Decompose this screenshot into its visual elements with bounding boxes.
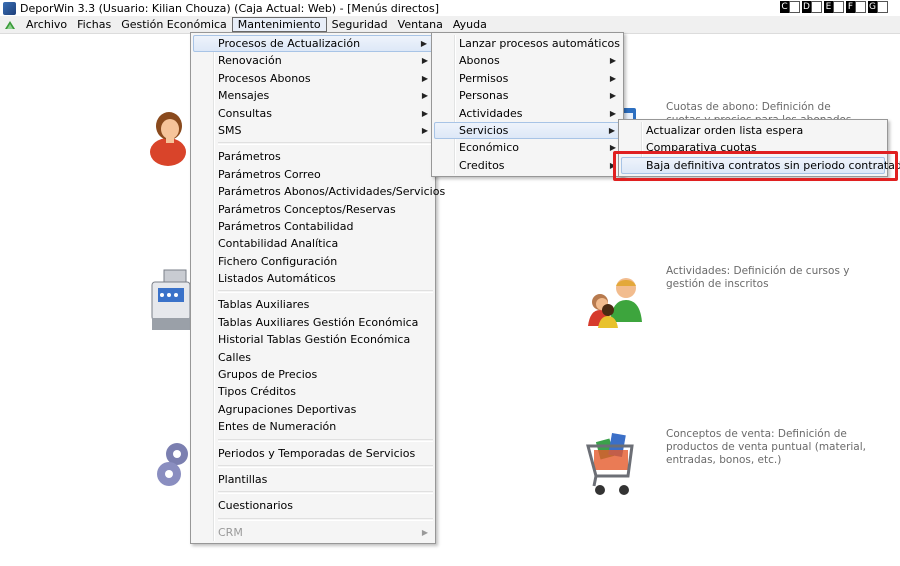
menu-separator bbox=[218, 517, 433, 521]
menu-item-periodos-temporadas[interactable]: Periodos y Temporadas de Servicios bbox=[191, 445, 435, 462]
menu-archivo[interactable]: Archivo bbox=[21, 17, 72, 32]
group-people-icon[interactable] bbox=[586, 274, 642, 328]
menu-item-fichero-configuracion[interactable]: Fichero Configuración bbox=[191, 253, 435, 270]
menu-ventana[interactable]: Ventana bbox=[393, 17, 448, 32]
menu-item-contabilidad-analitica[interactable]: Contabilidad Analítica bbox=[191, 235, 435, 252]
cuotas-description-line1: Cuotas de abono: Definición de bbox=[666, 101, 831, 113]
menu-item-renovacion[interactable]: Renovación ▶ bbox=[191, 52, 435, 69]
menu-gestion-economica[interactable]: Gestión Económica bbox=[116, 17, 232, 32]
menu-mantenimiento[interactable]: Mantenimiento bbox=[231, 17, 327, 32]
menu-item-grupos-precios[interactable]: Grupos de Precios bbox=[191, 366, 435, 383]
menu-item-personas[interactable]: Personas ▶ bbox=[432, 87, 623, 104]
menu-item-historial-tablas[interactable]: Historial Tablas Gestión Económica bbox=[191, 331, 435, 348]
cash-register-icon[interactable] bbox=[150, 268, 192, 334]
window-title: DeporWin 3.3 (Usuario: Kilian Chouza) (C… bbox=[20, 1, 439, 15]
conceptos-description-line2: productos de venta puntual (material, bbox=[666, 441, 866, 453]
submenu-arrow-icon: ▶ bbox=[420, 39, 427, 48]
menu-separator bbox=[218, 290, 433, 294]
submenu-arrow-icon: ▶ bbox=[421, 527, 428, 537]
window-titlebar: DeporWin 3.3 (Usuario: Kilian Chouza) (C… bbox=[0, 0, 900, 17]
menu-item-plantillas[interactable]: Plantillas bbox=[191, 471, 435, 488]
menu-item-actividades[interactable]: Actividades ▶ bbox=[432, 105, 623, 122]
menu-item-procesos-actualizacion[interactable]: Procesos de Actualización ▶ bbox=[193, 35, 433, 53]
menu-separator bbox=[218, 464, 433, 468]
menu-item-crm[interactable]: CRM ▶ bbox=[191, 524, 435, 541]
actividades-description-line1: Actividades: Definición de cursos y bbox=[666, 265, 850, 277]
menu-ayuda[interactable]: Ayuda bbox=[448, 17, 492, 32]
menu-item-parametros-contabilidad[interactable]: Parámetros Contabilidad bbox=[191, 218, 435, 235]
shopping-cart-icon[interactable] bbox=[586, 430, 642, 498]
menu-separator bbox=[218, 491, 433, 495]
title-button-g[interactable]: G bbox=[868, 1, 888, 13]
menu-item-listados-automaticos[interactable]: Listados Automáticos bbox=[191, 270, 435, 287]
conceptos-description-line3: entradas, bonos, etc.) bbox=[666, 454, 782, 466]
title-shortcut-buttons: C D E F G bbox=[780, 1, 888, 13]
submenu-arrow-icon: ▶ bbox=[421, 108, 428, 118]
submenu-arrow-icon: ▶ bbox=[421, 125, 428, 135]
menu-item-calles[interactable]: Calles bbox=[191, 349, 435, 366]
title-button-e[interactable]: E bbox=[824, 1, 844, 13]
mantenimiento-menu: Procesos de Actualización ▶ Renovación ▶ P… bbox=[190, 32, 445, 545]
menu-item-lanzar-procesos[interactable]: Lanzar procesos automáticos bbox=[432, 35, 623, 52]
menu-item-parametros-abonos[interactable]: Parámetros Abonos/Actividades/Servicios bbox=[191, 183, 445, 200]
app-menu-icon[interactable] bbox=[4, 19, 16, 31]
menu-item-tablas-auxiliares[interactable]: Tablas Auxiliares bbox=[191, 296, 435, 313]
submenu-arrow-icon: ▶ bbox=[608, 125, 615, 135]
menu-separator bbox=[218, 142, 433, 146]
menu-item-mensajes[interactable]: Mensajes ▶ bbox=[191, 87, 435, 104]
submenu-arrow-icon: ▶ bbox=[609, 91, 616, 101]
submenu-arrow-icon: ▶ bbox=[421, 91, 428, 101]
submenu-arrow-icon: ▶ bbox=[609, 108, 616, 118]
menu-item-abonos[interactable]: Abonos ▶ bbox=[432, 52, 623, 69]
menu-item-creditos[interactable]: Creditos ▶ bbox=[432, 157, 623, 174]
menu-item-sms[interactable]: SMS ▶ bbox=[191, 122, 435, 139]
procesos-actualizacion-submenu: Lanzar procesos automáticos Abonos ▶ Perm… bbox=[431, 32, 624, 178]
menu-item-procesos-abonos[interactable]: Procesos Abonos ▶ bbox=[191, 70, 435, 87]
menu-item-tipos-creditos[interactable]: Tipos Créditos bbox=[191, 383, 435, 400]
menu-item-consultas[interactable]: Consultas ▶ bbox=[191, 105, 435, 122]
menu-item-actualizar-orden-lista-espera[interactable]: Actualizar orden lista espera bbox=[619, 122, 887, 139]
actividades-description-line2: gestión de inscritos bbox=[666, 278, 769, 290]
conceptos-description-line1: Conceptos de venta: Definición de bbox=[666, 428, 847, 440]
gears-icon[interactable] bbox=[155, 438, 191, 492]
menu-item-parametros[interactable]: Parámetros bbox=[191, 148, 435, 165]
submenu-arrow-icon: ▶ bbox=[609, 56, 616, 66]
menu-item-agrupaciones-deportivas[interactable]: Agrupaciones Deportivas bbox=[191, 401, 435, 418]
menu-item-parametros-conceptos[interactable]: Parámetros Conceptos/Reservas bbox=[191, 201, 435, 218]
submenu-arrow-icon: ▶ bbox=[421, 73, 428, 83]
menu-item-parametros-correo[interactable]: Parámetros Correo bbox=[191, 166, 435, 183]
person-icon[interactable] bbox=[148, 104, 190, 170]
app-logo-icon bbox=[3, 1, 16, 15]
menu-item-tablas-auxiliares-ge[interactable]: Tablas Auxiliares Gestión Económica bbox=[191, 314, 435, 331]
menu-separator bbox=[218, 438, 433, 442]
title-button-d[interactable]: D bbox=[802, 1, 822, 13]
title-button-f[interactable]: F bbox=[846, 1, 866, 13]
menu-seguridad[interactable]: Seguridad bbox=[327, 17, 393, 32]
submenu-arrow-icon: ▶ bbox=[609, 73, 616, 83]
menu-item-entes-numeracion[interactable]: Entes de Numeración bbox=[191, 418, 435, 435]
menu-item-economico[interactable]: Económico ▶ bbox=[432, 139, 623, 156]
menu-item-cuestionarios[interactable]: Cuestionarios bbox=[191, 497, 435, 514]
title-button-c[interactable]: C bbox=[780, 1, 800, 13]
submenu-arrow-icon: ▶ bbox=[421, 56, 428, 66]
menu-item-servicios[interactable]: Servicios ▶ bbox=[434, 121, 621, 140]
menu-fichas[interactable]: Fichas bbox=[72, 17, 116, 32]
annotation-highlight-box bbox=[613, 151, 898, 181]
menu-item-permisos[interactable]: Permisos ▶ bbox=[432, 70, 623, 87]
